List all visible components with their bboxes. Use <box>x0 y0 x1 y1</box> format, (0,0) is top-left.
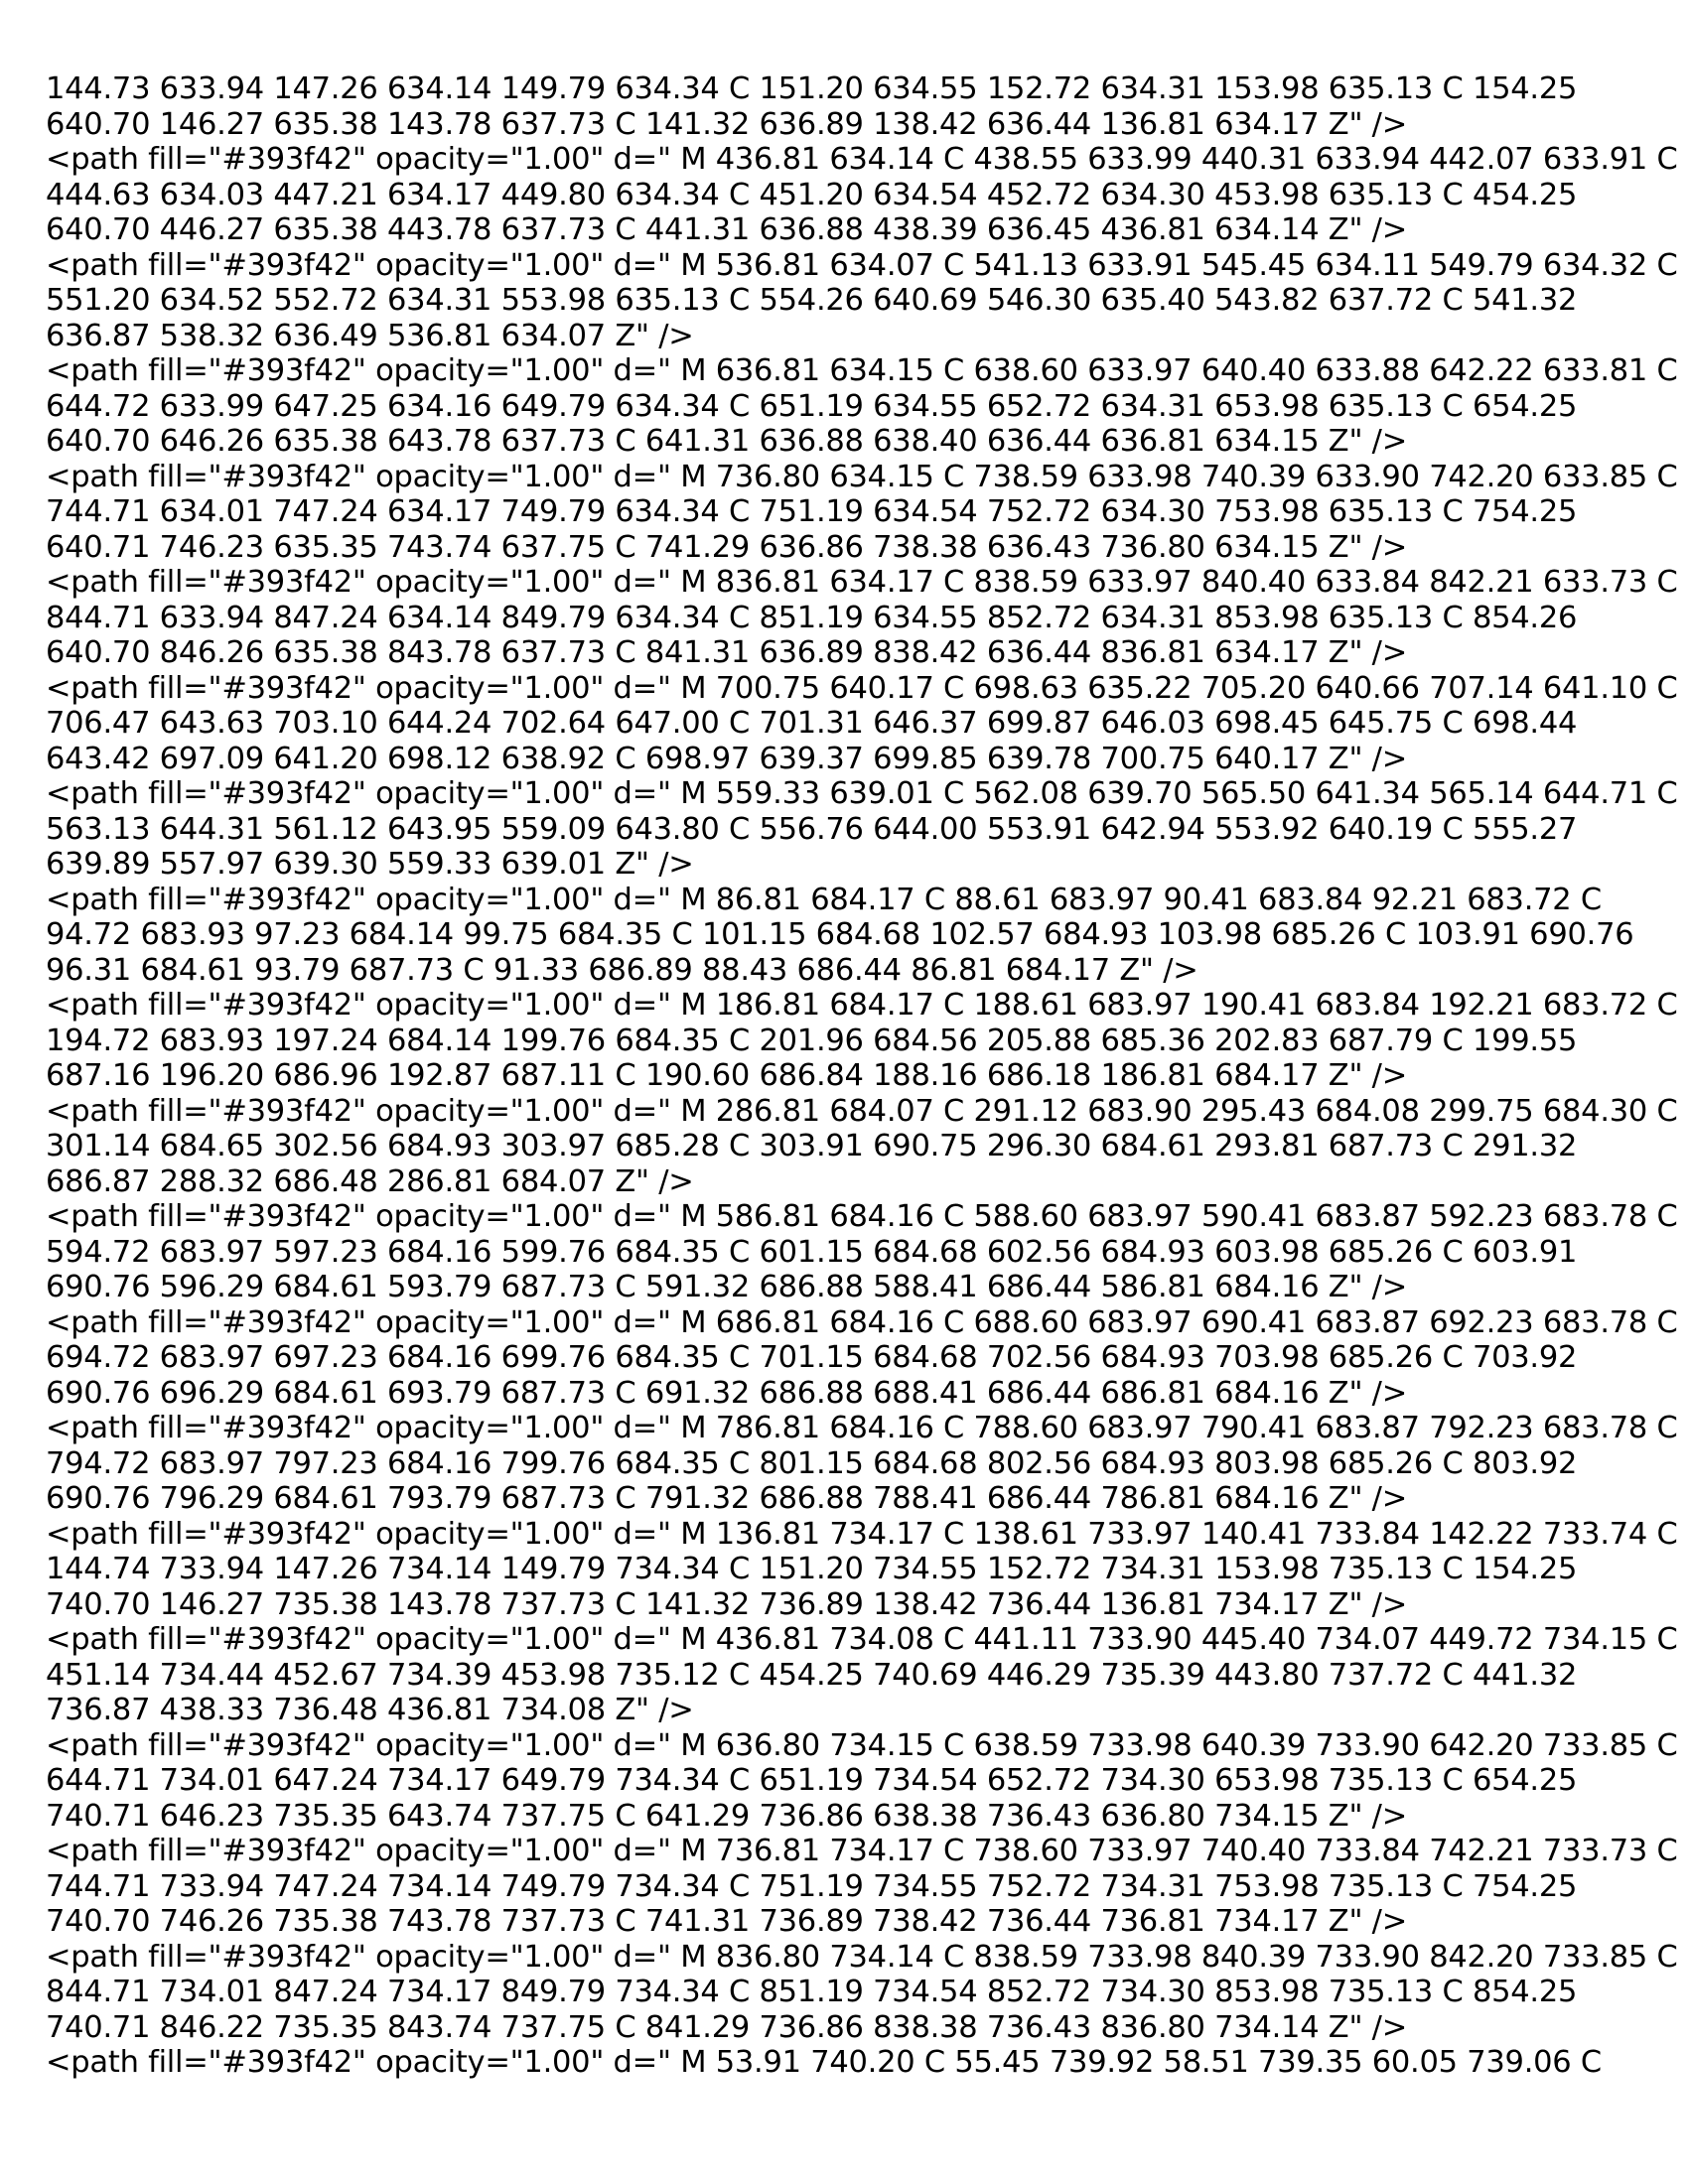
text-line: <path fill="#393f42" opacity="1.00" d=" … <box>46 1411 1678 1445</box>
text-line: 744.71 733.94 747.24 734.14 749.79 734.3… <box>46 1868 1578 1904</box>
text-line: <path fill="#393f42" opacity="1.00" d=" … <box>46 1199 1678 1234</box>
text-line: 144.74 733.94 147.26 734.14 149.79 734.3… <box>46 1552 1578 1586</box>
text-line: <path fill="#393f42" opacity="1.00" d=" … <box>46 1304 1678 1340</box>
text-line: 686.87 288.32 686.48 286.81 684.07 Z" /> <box>46 1163 694 1199</box>
text-line: 740.71 846.22 735.35 843.74 737.75 C 841… <box>46 2009 1408 2045</box>
text-line: 444.63 634.03 447.21 634.17 449.80 634.3… <box>46 177 1578 212</box>
text-line: 690.76 696.29 684.61 693.79 687.73 C 691… <box>46 1375 1408 1411</box>
text-line: <path fill="#393f42" opacity="1.00" d=" … <box>46 565 1678 600</box>
text-line: 640.70 646.26 635.38 643.78 637.73 C 641… <box>46 424 1408 459</box>
text-line: 644.72 633.99 647.25 634.16 649.79 634.3… <box>46 388 1578 424</box>
text-line: 706.47 643.63 703.10 644.24 702.64 647.0… <box>46 706 1578 741</box>
text-line: 640.71 746.23 635.35 743.74 637.75 C 741… <box>46 529 1408 565</box>
text-line: 551.20 634.52 552.72 634.31 553.98 635.1… <box>46 283 1578 318</box>
text-line: 563.13 644.31 561.12 643.95 559.09 643.8… <box>46 811 1578 847</box>
text-line: <path fill="#393f42" opacity="1.00" d=" … <box>46 459 1678 494</box>
text-line: <path fill="#393f42" opacity="1.00" d=" … <box>46 988 1678 1023</box>
text-line: <path fill="#393f42" opacity="1.00" d=" … <box>46 2045 1602 2080</box>
text-line: 194.72 683.93 197.24 684.14 199.76 684.3… <box>46 1023 1578 1058</box>
text-line: <path fill="#393f42" opacity="1.00" d=" … <box>46 1093 1678 1129</box>
text-line: 144.73 633.94 147.26 634.14 149.79 634.3… <box>46 71 1578 106</box>
text-line: 640.70 846.26 635.38 843.78 637.73 C 841… <box>46 635 1408 670</box>
text-line: 740.70 146.27 735.38 143.78 737.73 C 141… <box>46 1586 1408 1622</box>
text-line: <path fill="#393f42" opacity="1.00" d=" … <box>46 1727 1678 1763</box>
text-line: 844.71 633.94 847.24 634.14 849.79 634.3… <box>46 600 1578 635</box>
text-line: 690.76 796.29 684.61 793.79 687.73 C 791… <box>46 1481 1408 1516</box>
text-line: <path fill="#393f42" opacity="1.00" d=" … <box>46 142 1678 177</box>
text-line: <path fill="#393f42" opacity="1.00" d=" … <box>46 882 1602 917</box>
text-line: 644.71 734.01 647.24 734.17 649.79 734.3… <box>46 1763 1578 1798</box>
text-line: 594.72 683.97 597.23 684.16 599.76 684.3… <box>46 1234 1578 1270</box>
text-line: <path fill="#393f42" opacity="1.00" d=" … <box>46 353 1678 388</box>
document-page: 144.73 633.94 147.26 634.14 149.79 634.3… <box>0 0 1688 2184</box>
text-line: 740.70 746.26 735.38 743.78 737.73 C 741… <box>46 1904 1408 1939</box>
text-line: 636.87 538.32 636.49 536.81 634.07 Z" /> <box>46 318 694 353</box>
text-line: <path fill="#393f42" opacity="1.00" d=" … <box>46 776 1678 811</box>
text-line: 794.72 683.97 797.23 684.16 799.76 684.3… <box>46 1445 1578 1481</box>
text-line: 694.72 683.97 697.23 684.16 699.76 684.3… <box>46 1340 1578 1375</box>
text-line: <path fill="#393f42" opacity="1.00" d=" … <box>46 247 1678 283</box>
text-line: 643.42 697.09 641.20 698.12 638.92 C 698… <box>46 741 1408 776</box>
text-line: <path fill="#393f42" opacity="1.00" d=" … <box>46 670 1678 706</box>
text-line: 687.16 196.20 686.96 192.87 687.11 C 190… <box>46 1058 1408 1093</box>
text-line: <path fill="#393f42" opacity="1.00" d=" … <box>46 1516 1678 1552</box>
text-line: 690.76 596.29 684.61 593.79 687.73 C 591… <box>46 1270 1408 1304</box>
svg-source-text: 144.73 633.94 147.26 634.14 149.79 634.3… <box>46 71 1678 2081</box>
text-line: 96.31 684.61 93.79 687.73 C 91.33 686.89… <box>46 952 1198 988</box>
text-line: <path fill="#393f42" opacity="1.00" d=" … <box>46 1834 1678 1868</box>
text-line: 744.71 634.01 747.24 634.17 749.79 634.3… <box>46 494 1578 529</box>
text-line: <path fill="#393f42" opacity="1.00" d=" … <box>46 1939 1678 1975</box>
text-line: <path fill="#393f42" opacity="1.00" d=" … <box>46 1622 1678 1657</box>
text-line: 451.14 734.44 452.67 734.39 453.98 735.1… <box>46 1657 1578 1693</box>
text-line: 640.70 146.27 635.38 143.78 637.73 C 141… <box>46 106 1408 142</box>
text-line: 736.87 438.33 736.48 436.81 734.08 Z" /> <box>46 1693 694 1727</box>
text-line: 640.70 446.27 635.38 443.78 637.73 C 441… <box>46 212 1408 247</box>
text-line: 94.72 683.93 97.23 684.14 99.75 684.35 C… <box>46 917 1634 952</box>
text-line: 740.71 646.23 735.35 643.74 737.75 C 641… <box>46 1798 1408 1834</box>
text-line: 639.89 557.97 639.30 559.33 639.01 Z" /> <box>46 847 694 882</box>
text-line: 301.14 684.65 302.56 684.93 303.97 685.2… <box>46 1129 1578 1163</box>
text-line: 844.71 734.01 847.24 734.17 849.79 734.3… <box>46 1975 1578 2009</box>
